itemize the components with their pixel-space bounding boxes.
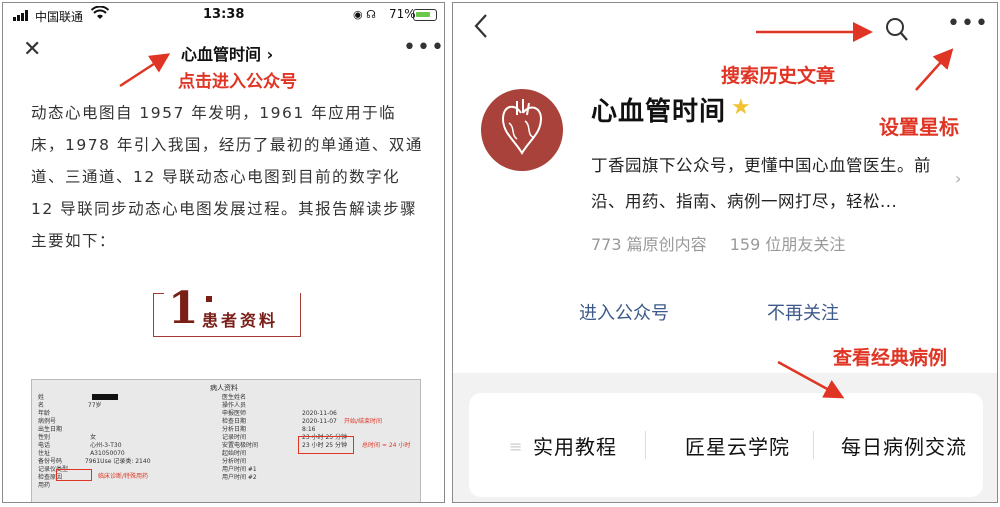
highlight-box <box>56 469 92 481</box>
right-phone-screenshot: ••• 搜索历史文章 设置星标 心血管时间 ★ 丁香园旗下公众号，更懂中国心血管… <box>452 2 998 503</box>
article-body: 动态心电图自 1957 年发明，1961 年应用于临床，1978 年引入我国，经… <box>31 104 423 250</box>
patient-info-image: 病人资料 姓 名 77岁 年龄 病例号 出生日期 性别 女 电话 心州-3-T3… <box>31 379 421 502</box>
star-icon[interactable]: ★ <box>731 95 751 120</box>
wifi-icon <box>90 5 110 23</box>
account-description: 丁香园旗下公众号，更懂中国心血管医生。前沿、用药、指南、病例一网打尽，轻松... <box>591 156 931 211</box>
menu-item-daily-cases[interactable]: 每日病例交流 <box>841 431 967 460</box>
more-icon[interactable]: ••• <box>947 13 989 35</box>
more-icon[interactable]: ••• <box>403 35 444 60</box>
red-note: 开始/结束时间 <box>344 418 383 425</box>
account-menu: ≡ 实用教程 匠星云学院 每日病例交流 <box>469 393 983 497</box>
search-icon[interactable] <box>885 17 909 47</box>
annotation-enter-account: 点击进入公众号 <box>178 72 297 92</box>
signal-icon <box>13 10 31 24</box>
section-label: 患者资料 <box>202 311 279 330</box>
original-count: 773 篇原创内容 <box>591 235 707 254</box>
account-name: 心血管时间 <box>591 97 727 127</box>
heart-logo-icon <box>501 99 543 155</box>
red-note: 临床诊断/特殊用药 <box>98 473 149 480</box>
red-note: 总时间 ≈ 24 小时 <box>362 442 411 449</box>
section-heading: 1 患者资料 <box>153 283 301 337</box>
menu-icon: ≡ <box>509 437 523 456</box>
chevron-right-icon[interactable]: › <box>955 169 961 188</box>
menu-item-academy[interactable]: 匠星云学院 <box>685 431 790 460</box>
left-phone-screenshot: 中国联通 13:38 ◉ ☊ 71% ✕ 心血管时间 › ••• 点击进入公众号… <box>2 2 445 503</box>
back-icon[interactable] <box>473 13 489 43</box>
section-number: 1 <box>164 283 203 335</box>
annotation-cases: 查看经典病例 <box>833 347 948 369</box>
annotation-search: 搜索历史文章 <box>721 65 836 87</box>
alarm-headphone-icon: ◉ ☊ <box>353 8 376 21</box>
battery-percent: 71% <box>389 7 416 21</box>
account-title-link[interactable]: 心血管时间 › <box>181 41 273 65</box>
menu-item-tutorial[interactable]: 实用教程 <box>533 431 617 460</box>
doc-col2: 医生姓名 操作人员 申报医师 检查日期 分析日期 记录时间 安置电极时间 起始时… <box>222 394 259 481</box>
annotation-star: 设置星标 <box>879 115 959 139</box>
follower-count: 159 位朋友关注 <box>729 235 846 254</box>
account-avatar <box>481 89 563 171</box>
highlight-box <box>298 436 354 454</box>
unfollow-button[interactable]: 不再关注 <box>767 299 839 325</box>
status-time: 13:38 <box>203 7 245 22</box>
close-icon[interactable]: ✕ <box>23 37 41 62</box>
battery-icon <box>413 9 437 21</box>
account-stats: 773 篇原创内容 159 位朋友关注 <box>591 231 863 255</box>
carrier-label: 中国联通 <box>35 10 84 24</box>
status-bar: 中国联通 13:38 ◉ ☊ 71% <box>3 3 444 29</box>
enter-account-button[interactable]: 进入公众号 <box>579 299 669 325</box>
doc-title: 病人资料 <box>210 384 238 392</box>
section-marker <box>206 296 212 302</box>
